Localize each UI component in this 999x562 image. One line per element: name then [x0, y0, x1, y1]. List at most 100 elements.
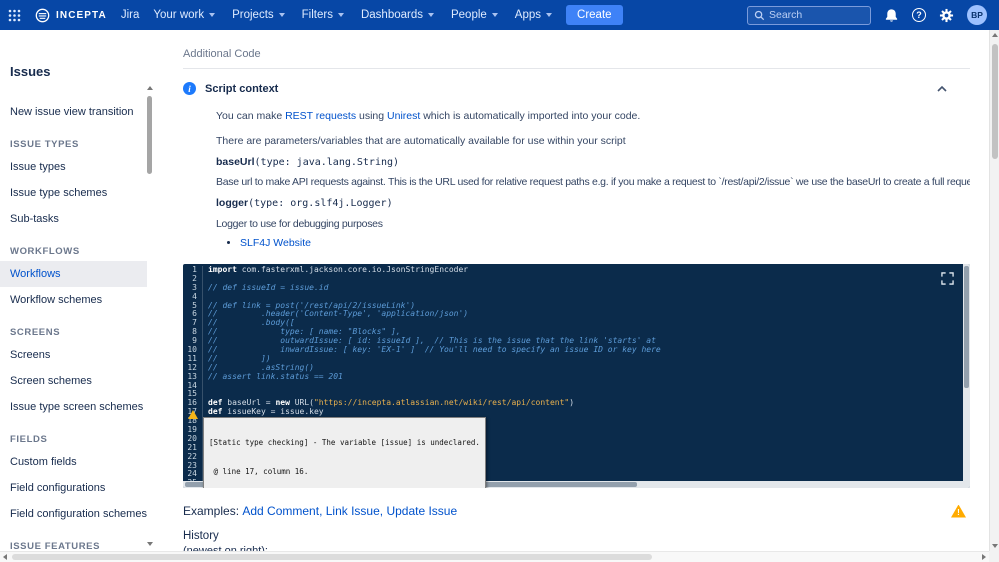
sidebar-scrollbar-thumb[interactable] — [147, 96, 152, 174]
search-input[interactable] — [769, 9, 864, 21]
code-line: 17def issueKey = issue.key — [183, 408, 963, 417]
script-context-header: i Script context — [183, 82, 970, 95]
code-text — [203, 382, 208, 391]
settings-gear-icon[interactable] — [939, 8, 954, 23]
chevron-down-icon — [428, 13, 434, 17]
add-comment-link[interactable]: Add Comment — [242, 504, 319, 518]
jira-label: Jira — [121, 9, 140, 21]
params-lead: There are parameters/variables that are … — [216, 135, 970, 148]
scroll-down-arrow-icon[interactable] — [992, 544, 998, 548]
window-horizontal-scrollbar[interactable] — [0, 551, 989, 562]
horizontal-scrollbar-thumb[interactable] — [12, 554, 652, 560]
sidebar-item-issue-type-schemes[interactable]: Issue type schemes — [0, 180, 147, 206]
scroll-up-arrow-icon[interactable] — [147, 86, 153, 90]
additional-code-label: Additional Code — [183, 48, 970, 60]
sidebar-item-issue-type-screen-schemes[interactable]: Issue type screen schemes — [0, 394, 147, 420]
nav-your-work[interactable]: Your work — [153, 9, 215, 21]
help-icon[interactable]: ? — [912, 8, 926, 22]
update-issue-link[interactable]: Update Issue — [386, 504, 457, 518]
code-line: 13// assert link.status == 201 — [183, 373, 963, 382]
window-vertical-scrollbar[interactable] — [989, 30, 999, 551]
sidebar-section-workflows: WORKFLOWS — [10, 246, 137, 257]
history-title: History — [183, 530, 970, 542]
param-name: logger — [216, 197, 248, 209]
sidebar-scrollbar[interactable] — [146, 86, 154, 546]
code-line: 14 — [183, 382, 963, 391]
param-baseurl-heading: baseUrl(type: java.lang.String) — [216, 156, 970, 168]
sidebar-section-issue-features: ISSUE FEATURES — [10, 541, 137, 551]
editor-scroll-corner — [963, 481, 970, 488]
sidebar-title: Issues — [10, 64, 137, 79]
sidebar-item-issue-types[interactable]: Issue types — [0, 154, 147, 180]
unirest-link[interactable]: Unirest — [387, 110, 420, 122]
nav-filters[interactable]: Filters — [302, 9, 344, 21]
fullscreen-icon[interactable] — [941, 272, 954, 285]
code-editor[interactable]: 1import com.fasterxml.jackson.core.io.Js… — [183, 264, 970, 488]
scroll-right-arrow-icon[interactable] — [982, 554, 986, 560]
intro-paragraph: You can make REST requests using Unirest… — [216, 110, 970, 123]
scrollbar-corner — [989, 551, 999, 562]
code-line: 1import com.fasterxml.jackson.core.io.Js… — [183, 266, 963, 275]
code-line: 3// def issueId = issue.id — [183, 284, 963, 293]
app-switcher-icon[interactable] — [8, 9, 21, 22]
sidebar-item-field-configurations[interactable]: Field configurations — [0, 475, 147, 501]
incepta-logo-icon — [35, 8, 50, 23]
sidebar-item-field-configuration-schemes[interactable]: Field configuration schemes — [0, 501, 147, 527]
scroll-up-arrow-icon[interactable] — [992, 33, 998, 37]
param-baseurl-description: Base url to make API requests against. T… — [216, 176, 970, 188]
editor-vscroll-thumb[interactable] — [964, 266, 969, 388]
intro-text: which is automatically imported into you… — [420, 110, 640, 122]
nav-dashboards[interactable]: Dashboards — [361, 9, 434, 21]
collapse-chevron-icon[interactable] — [936, 83, 948, 95]
separator: , — [380, 504, 387, 518]
lint-tooltip: [Static type checking] - The variable [i… — [203, 417, 486, 488]
nav-people[interactable]: People — [451, 9, 498, 21]
scroll-down-arrow-icon[interactable] — [147, 542, 153, 546]
sidebar-item-workflow-schemes[interactable]: Workflow schemes — [0, 287, 147, 313]
sidebar-item-screens[interactable]: Screens — [0, 342, 147, 368]
nav-projects[interactable]: Projects — [232, 9, 285, 21]
code-line: 10// inwardIssue: [ key: 'EX-1' ] // You… — [183, 346, 963, 355]
create-button[interactable]: Create — [566, 5, 623, 25]
param-name: baseUrl — [216, 156, 255, 168]
sidebar-item-workflows[interactable]: Workflows — [0, 261, 147, 287]
section-divider — [183, 68, 970, 69]
sidebar-section-fields: FIELDS — [10, 434, 137, 445]
rest-requests-link[interactable]: REST requests — [285, 110, 356, 122]
sidebar-section-screens: SCREENS — [10, 327, 137, 338]
settings-sidebar: Issues New issue view transition ISSUE T… — [0, 30, 147, 551]
top-nav: INCEPTA Jira Your work Projects Filters … — [0, 0, 999, 30]
editor-vertical-scrollbar[interactable] — [963, 264, 970, 481]
user-avatar[interactable]: BP — [967, 5, 987, 25]
search-icon — [754, 10, 765, 21]
list-item: SLF4J Website — [240, 237, 970, 249]
lint-tooltip-line: @ line 17, column 16. — [209, 467, 480, 477]
separator: , — [319, 504, 326, 518]
param-type: (type: org.slf4j.Logger) — [248, 198, 393, 209]
param-type: (type: java.lang.String) — [255, 157, 400, 168]
examples-row: Examples: Add Comment , Link Issue , Upd… — [183, 504, 970, 518]
code-line: 6// .header('Content-Type', 'application… — [183, 310, 963, 319]
incepta-logo[interactable]: INCEPTA — [35, 8, 107, 23]
param-logger-description: Logger to use for debugging purposes — [216, 218, 970, 230]
code-text: def issueKey = issue.key — [203, 408, 324, 417]
sidebar-item-screen-schemes[interactable]: Screen schemes — [0, 368, 147, 394]
info-icon: i — [183, 82, 196, 95]
vertical-scrollbar-thumb[interactable] — [992, 44, 998, 159]
sidebar-item-new-issue-view-transition[interactable]: New issue view transition — [0, 99, 147, 125]
doc-link-list: SLF4J Website — [183, 237, 970, 249]
search-box[interactable] — [747, 6, 871, 25]
notifications-bell-icon[interactable] — [884, 8, 899, 23]
intro-text: You can make — [216, 110, 285, 122]
sidebar-item-custom-fields[interactable]: Custom fields — [0, 449, 147, 475]
nav-apps[interactable]: Apps — [515, 9, 552, 21]
lint-tooltip-line: [Static type checking] - The variable [i… — [209, 438, 480, 448]
examples-label: Examples: — [183, 504, 242, 518]
link-issue-link[interactable]: Link Issue — [326, 504, 380, 518]
sidebar-section-issue-types: ISSUE TYPES — [10, 139, 137, 150]
scroll-left-arrow-icon[interactable] — [3, 554, 7, 560]
code-text: // inwardIssue: [ key: 'EX-1' ] // You'l… — [203, 346, 661, 355]
sidebar-item-sub-tasks[interactable]: Sub-tasks — [0, 206, 147, 232]
slf4j-website-link[interactable]: SLF4J Website — [240, 237, 311, 249]
panel-title: Script context — [205, 83, 278, 95]
